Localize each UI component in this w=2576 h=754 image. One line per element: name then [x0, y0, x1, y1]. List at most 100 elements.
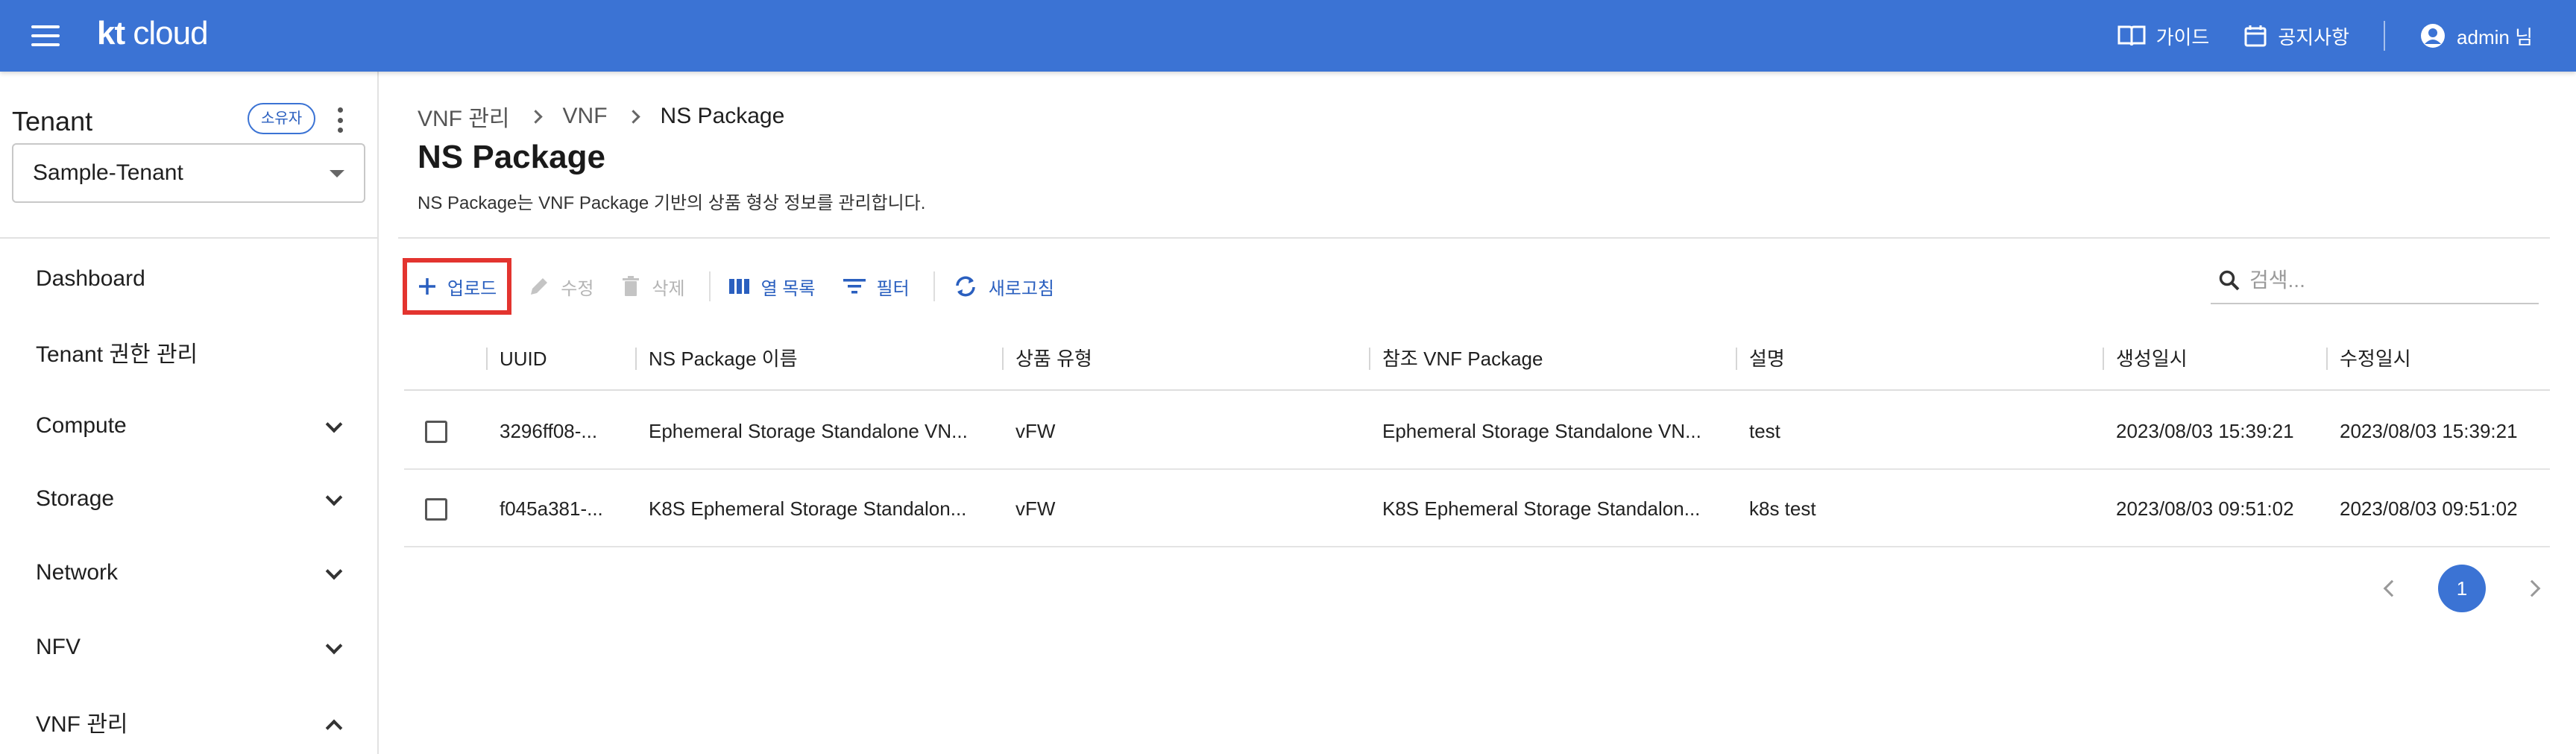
column-header-product-type[interactable]: 상품 유형 [1002, 327, 1092, 391]
row-checkbox[interactable] [425, 421, 447, 443]
sidebar-item-storage[interactable]: Storage [0, 462, 377, 536]
cell-created-at: 2023/08/03 15:39:21 [2116, 420, 2294, 442]
breadcrumb: VNF 관리 VNF NS Package [418, 100, 784, 133]
sidebar-item-compute[interactable]: Compute [0, 389, 377, 463]
table-row[interactable]: f045a381-... K8S Ephemeral Storage Stand… [404, 470, 2550, 547]
sidebar-item-label: Compute [36, 413, 127, 438]
kt-cloud-logo[interactable]: kt cloud [97, 15, 209, 52]
more-vert-icon[interactable] [334, 107, 346, 133]
column-header-updated-at[interactable]: 수정일시 [2326, 327, 2411, 391]
delete-label: 삭제 [652, 278, 685, 299]
guide-link[interactable]: 가이드 [2117, 22, 2210, 50]
sidebar-item-vnf-management[interactable]: VNF 관리 [0, 685, 377, 754]
dropdown-caret-icon [330, 170, 344, 177]
sidebar-item-nfv[interactable]: NFV [0, 610, 377, 685]
top-header: kt cloud 가이드 공지사항 admin 님 [0, 0, 2576, 72]
header-divider [2384, 21, 2386, 51]
notice-link[interactable]: 공지사항 [2243, 22, 2349, 50]
columns-button[interactable]: 열 목록 [718, 258, 826, 315]
filter-label: 필터 [876, 278, 910, 299]
owner-badge: 소유자 [248, 103, 316, 134]
cell-product-type: vFW [1015, 420, 1056, 442]
page-description: NS Package는 VNF Package 기반의 상품 형상 정보를 관리… [418, 193, 926, 213]
tenant-select[interactable]: Sample-Tenant [12, 143, 365, 203]
sidebar-item-tenant-permissions[interactable]: Tenant 권한 관리 [0, 315, 377, 389]
row-checkbox[interactable] [425, 498, 447, 521]
upload-button[interactable]: 업로드 [403, 258, 512, 315]
chevron-right-icon[interactable] [2523, 579, 2541, 597]
chevron-right-icon [626, 109, 640, 124]
column-header-ns-package-name[interactable]: NS Package 이름 [635, 327, 798, 391]
cell-product-type: vFW [1015, 497, 1056, 520]
cell-description: test [1749, 420, 1780, 442]
upload-label: 업로드 [447, 278, 497, 299]
chevron-down-icon [325, 415, 343, 433]
refresh-label: 새로고침 [988, 278, 1055, 299]
page-button-current[interactable]: 1 [2438, 565, 2486, 612]
sidebar-item-label: NFV [36, 635, 81, 659]
plus-icon [419, 278, 435, 295]
edit-button[interactable]: 수정 [517, 258, 604, 315]
toolbar: 업로드 수정 삭제 열 목록 필터 새로고침 [403, 251, 1071, 322]
chevron-left-icon[interactable] [2383, 579, 2401, 597]
sidebar-item-label: Tenant 권한 관리 [36, 342, 198, 367]
sidebar-divider [0, 237, 377, 239]
search-box [2211, 258, 2539, 304]
main-content: VNF 관리 VNF NS Package NS Package NS Pack… [380, 72, 2576, 754]
cell-updated-at: 2023/08/03 09:51:02 [2340, 497, 2518, 520]
logo-cloud: cloud [133, 15, 208, 51]
cell-ns-package-name: Ephemeral Storage Standalone VN... [649, 420, 968, 442]
sidebar-item-label: VNF 관리 [36, 712, 128, 737]
guide-label: 가이드 [2155, 25, 2210, 48]
breadcrumb-item-vnf-management[interactable]: VNF 관리 [418, 100, 510, 133]
sidebar-item-dashboard[interactable]: Dashboard [0, 242, 377, 316]
chevron-down-icon [325, 562, 343, 580]
pencil-icon [531, 278, 548, 295]
cell-created-at: 2023/08/03 09:51:02 [2116, 497, 2294, 520]
column-header-created-at[interactable]: 생성일시 [2103, 327, 2188, 391]
toolbar-divider [708, 271, 711, 301]
page-title: NS Package [418, 139, 605, 175]
delete-button[interactable]: 삭제 [610, 258, 695, 315]
chevron-down-icon [325, 488, 343, 506]
tenant-title: Tenant [12, 106, 93, 136]
refresh-icon [955, 276, 975, 297]
filter-icon [843, 279, 866, 294]
header-actions: 가이드 공지사항 admin 님 [2083, 0, 2533, 72]
column-header-ref-vnf-package[interactable]: 참조 VNF Package [1369, 327, 1543, 391]
pagination: 1 [2383, 562, 2541, 615]
chevron-up-icon [325, 719, 343, 737]
chevron-down-icon [325, 637, 343, 655]
menu-icon[interactable] [31, 25, 60, 46]
cell-ref-vnf-package: Ephemeral Storage Standalone VN... [1382, 420, 1701, 442]
notice-label: 공지사항 [2278, 25, 2350, 48]
filter-button[interactable]: 필터 [832, 258, 920, 315]
cell-uuid: 3296ff08-... [500, 420, 598, 442]
breadcrumb-item-vnf[interactable]: VNF [563, 104, 608, 129]
column-header-description[interactable]: 설명 [1736, 327, 1785, 391]
search-input[interactable] [2249, 268, 2518, 292]
calendar-icon [2244, 25, 2267, 47]
chevron-right-icon [528, 109, 543, 124]
sidebar-item-label: Dashboard [36, 266, 145, 291]
user-menu[interactable]: admin 님 [2419, 22, 2533, 50]
edit-label: 수정 [561, 278, 594, 299]
view-column-icon [728, 279, 749, 294]
refresh-button[interactable]: 새로고침 [942, 258, 1065, 315]
search-icon [2219, 270, 2240, 291]
toolbar-divider [933, 271, 935, 301]
user-label: admin 님 [2457, 25, 2533, 48]
content-divider [398, 237, 2550, 239]
sidebar-item-label: Storage [36, 486, 115, 511]
trash-icon [623, 276, 640, 296]
table-row[interactable]: 3296ff08-... Ephemeral Storage Standalon… [404, 392, 2550, 470]
book-icon [2117, 25, 2146, 46]
breadcrumb-item-current: NS Package [660, 104, 785, 128]
cell-updated-at: 2023/08/03 15:39:21 [2340, 420, 2518, 442]
column-header-uuid[interactable]: UUID [486, 327, 547, 391]
cell-ref-vnf-package: K8S Ephemeral Storage Standalon... [1382, 497, 1701, 520]
columns-label: 열 목록 [760, 278, 816, 299]
cell-uuid: f045a381-... [500, 497, 603, 520]
sidebar-item-network[interactable]: Network [0, 535, 377, 610]
tenant-select-value: Sample-Tenant [33, 160, 183, 185]
